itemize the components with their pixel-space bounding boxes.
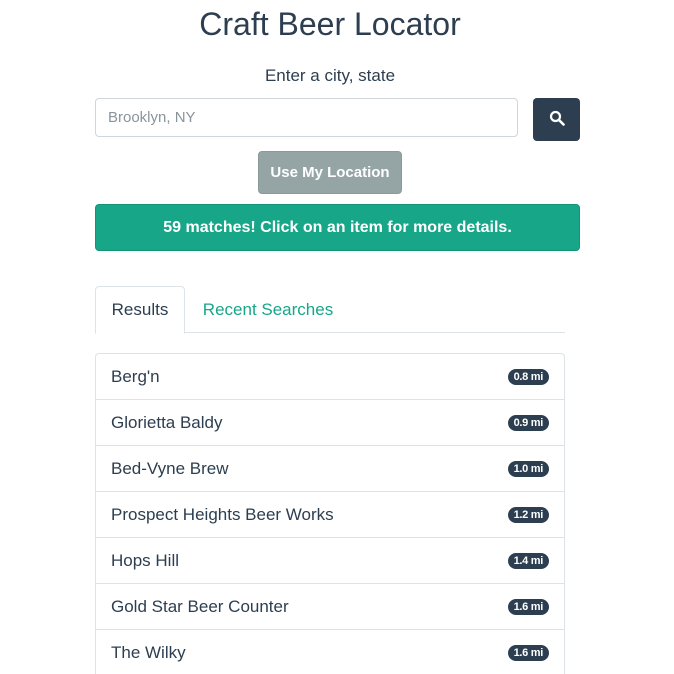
search-input[interactable] [95, 98, 518, 137]
list-item-name: Bed-Vyne Brew [111, 458, 229, 478]
tab-results[interactable]: Results [95, 286, 185, 334]
distance-badge: 1.4 mi [507, 552, 549, 569]
list-item[interactable]: Glorietta Baldy 0.9 mi [96, 400, 564, 446]
distance-badge: 0.8 mi [507, 368, 549, 385]
search-icon [549, 110, 565, 129]
results-alert: 59 matches! Click on an item for more de… [95, 204, 580, 251]
distance-badge: 1.0 mi [507, 460, 549, 477]
list-item[interactable]: Prospect Heights Beer Works 1.2 mi [96, 492, 564, 538]
list-item[interactable]: Gold Star Beer Counter 1.6 mi [96, 584, 564, 630]
use-my-location-button[interactable]: Use My Location [258, 151, 402, 194]
list-item-name: Glorietta Baldy [111, 412, 223, 432]
list-item-name: Gold Star Beer Counter [111, 596, 289, 616]
tab-recent-searches[interactable]: Recent Searches [195, 286, 341, 333]
list-item-name: Hops Hill [111, 550, 180, 570]
list-item[interactable]: Berg'n 0.8 mi [96, 354, 564, 400]
page-title: Craft Beer Locator [199, 6, 461, 42]
distance-badge: 1.2 mi [507, 506, 549, 523]
search-button[interactable] [533, 98, 580, 141]
tab-bar: Results Recent Searches [95, 286, 565, 334]
results-list: Berg'n 0.8 mi Glorietta Baldy 0.9 mi Bed… [95, 353, 565, 674]
list-item[interactable]: Hops Hill 1.4 mi [96, 538, 564, 584]
distance-badge: 1.6 mi [507, 644, 549, 661]
distance-badge: 0.9 mi [507, 414, 549, 431]
list-item-name: Berg'n [111, 366, 160, 386]
distance-badge: 1.6 mi [507, 598, 549, 615]
search-prompt-label: Enter a city, state [264, 66, 396, 85]
list-item[interactable]: Bed-Vyne Brew 1.0 mi [96, 446, 564, 492]
list-item[interactable]: The Wilky 1.6 mi [96, 630, 564, 674]
list-item-name: Prospect Heights Beer Works [111, 504, 334, 524]
list-item-name: The Wilky [111, 642, 186, 662]
